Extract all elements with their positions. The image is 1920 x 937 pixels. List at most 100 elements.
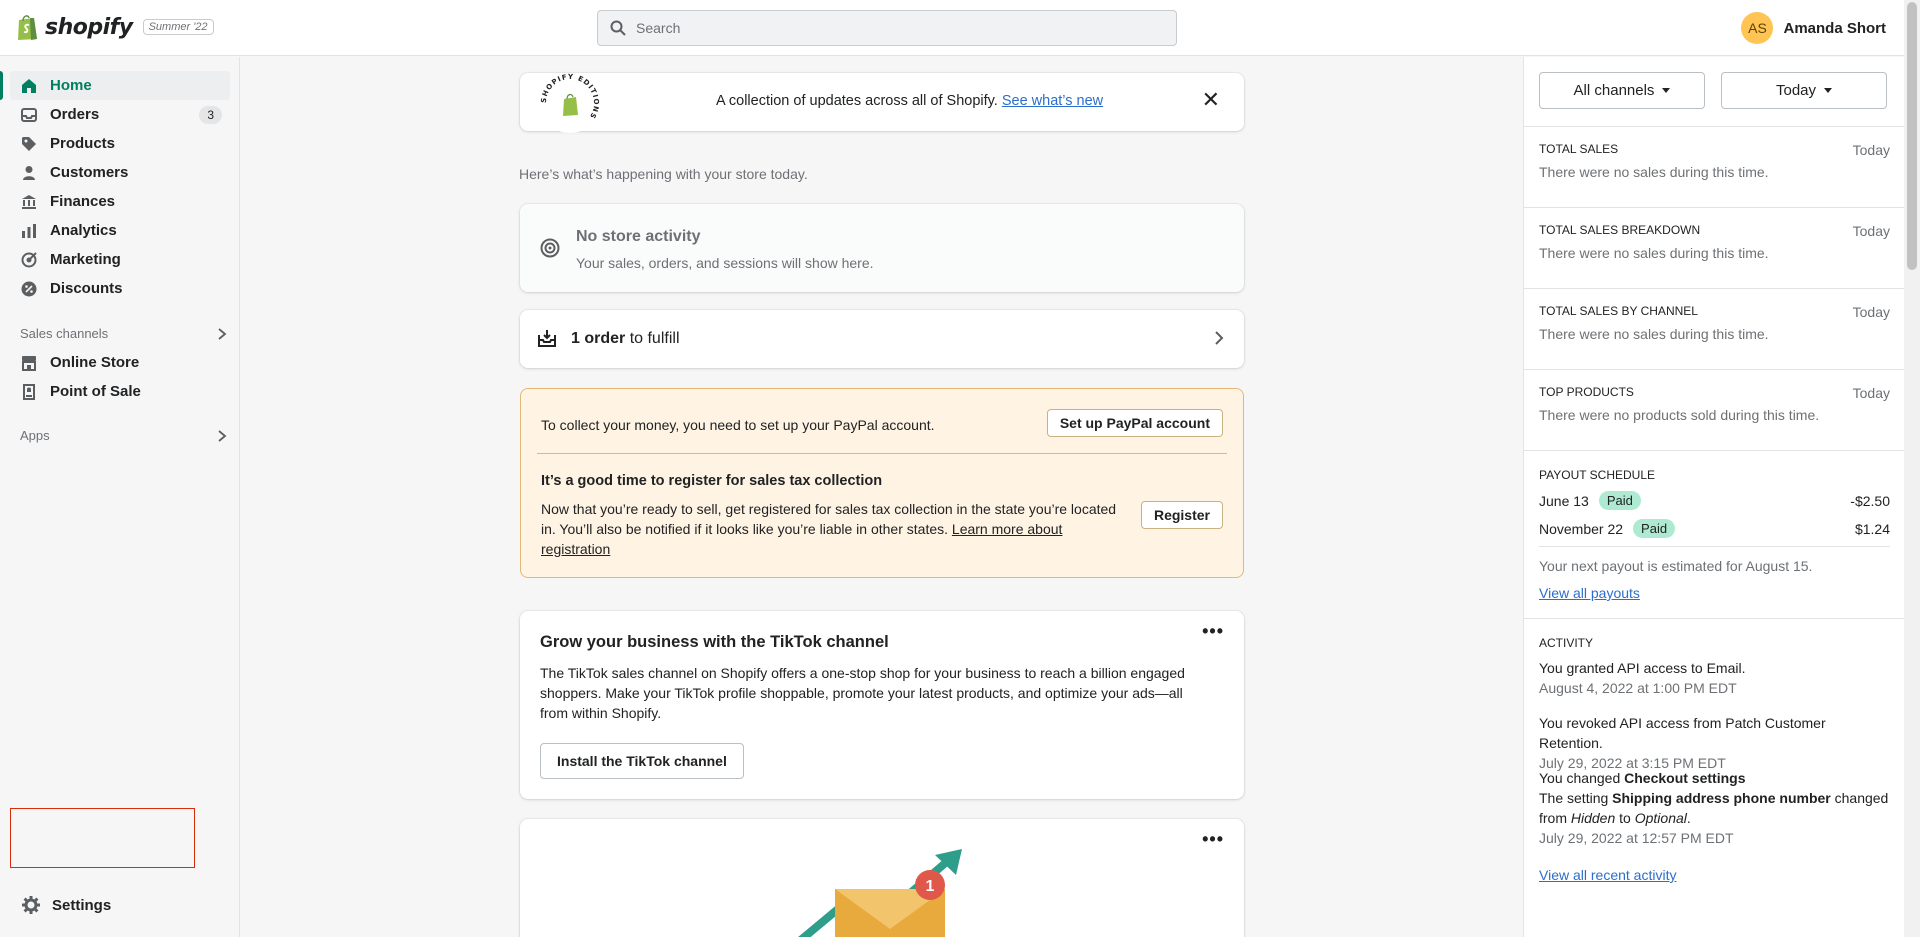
shopify-logo[interactable]: shopify Summer '22 [15, 13, 214, 41]
view-all-activity-link[interactable]: View all recent activity [1539, 867, 1676, 883]
sidebar-item-label: Analytics [50, 222, 117, 239]
top-products-section: TOP PRODUCTS Today There were no product… [1524, 369, 1905, 450]
status-badge: Paid [1633, 519, 1676, 538]
user-menu[interactable]: AS Amanda Short [1741, 12, 1886, 44]
setup-paypal-button[interactable]: Set up PayPal account [1046, 409, 1223, 437]
register-button[interactable]: Register [1140, 501, 1223, 529]
orders-count-badge: 3 [199, 105, 222, 124]
shopify-editions-badge: SHOPIFY EDITIONS [540, 73, 600, 133]
sidebar-item-discounts[interactable]: Discounts [10, 274, 230, 303]
install-tiktok-button[interactable]: Install the TikTok channel [540, 743, 744, 779]
sidebar-item-label: Point of Sale [50, 383, 141, 400]
view-all-payouts-link[interactable]: View all payouts [1539, 585, 1640, 601]
sidebar-item-orders[interactable]: Orders 3 [10, 100, 230, 129]
scrollbar[interactable] [1904, 0, 1920, 937]
payout-date: June 13 [1539, 492, 1589, 509]
close-icon[interactable]: ✕ [1202, 89, 1220, 111]
date-filter-label: Today [1775, 82, 1817, 99]
setup-warning-card: To collect your money, you need to set u… [520, 388, 1244, 578]
sales-channels-header[interactable]: Sales channels [20, 319, 227, 348]
detail-prefix: The setting [1539, 790, 1613, 806]
avatar: AS [1741, 12, 1774, 44]
sidebar-item-label: Online Store [50, 354, 140, 371]
chevron-right-icon [218, 327, 227, 340]
more-options-icon[interactable]: ••• [1202, 622, 1224, 640]
section-period: Today [1852, 304, 1890, 320]
caret-down-icon [1824, 88, 1833, 93]
sidebar-item-online-store[interactable]: Online Store [10, 348, 230, 377]
activity-time: August 4, 2022 at 1:00 PM EDT [1539, 680, 1737, 696]
more-options-icon[interactable]: ••• [1202, 830, 1224, 848]
activity-item: You changed Checkout settings The settin… [1539, 768, 1889, 848]
person-icon [20, 164, 38, 182]
fulfill-text: 1 order to fulfill [571, 330, 680, 348]
tiktok-title: Grow your business with the TikTok chann… [540, 633, 889, 651]
next-payout-text: Your next payout is estimated for August… [1539, 558, 1813, 574]
sidebar-item-products[interactable]: Products [10, 129, 230, 158]
payout-amount: -$2.50 [1850, 492, 1890, 509]
apps-label: Apps [20, 428, 50, 443]
activity-time: July 29, 2022 at 12:57 PM EDT [1539, 830, 1734, 846]
activity-setting-name: Checkout settings [1624, 770, 1746, 786]
fulfill-download-icon [538, 330, 556, 347]
activity-text: You changed Checkout settings [1539, 768, 1889, 788]
sidebar-item-label: Orders [50, 106, 100, 123]
section-body: There were no products sold during this … [1539, 407, 1820, 423]
promo-card: ••• 1 [520, 819, 1244, 937]
settings-label: Settings [52, 896, 112, 914]
editions-banner: SHOPIFY EDITIONS A collection of updates… [520, 73, 1244, 133]
section-title: ACTIVITY [1539, 636, 1594, 650]
date-filter-dropdown[interactable]: Today [1721, 72, 1887, 109]
sidebar-item-label: Home [50, 77, 92, 94]
detail-to: Optional [1634, 810, 1687, 826]
sidebar-item-analytics[interactable]: Analytics [10, 216, 230, 245]
sidebar-item-label: Marketing [50, 251, 121, 268]
apps-header[interactable]: Apps [20, 421, 227, 450]
channels-filter-label: All channels [1573, 82, 1655, 99]
section-period: Today [1852, 223, 1890, 239]
scrollbar-thumb[interactable] [1907, 2, 1917, 270]
target-icon [20, 251, 38, 269]
activity-text-prefix: You changed [1539, 770, 1625, 786]
notification-count: 1 [926, 878, 935, 895]
sidebar-item-finances[interactable]: Finances [10, 187, 230, 216]
editions-text: A collection of updates across all of Sh… [716, 93, 1103, 109]
brand-name: shopify [45, 14, 133, 40]
section-body: There were no sales during this time. [1539, 164, 1769, 180]
divider [537, 453, 1227, 454]
sidebar-item-settings[interactable]: Settings [22, 896, 111, 914]
sidebar-item-customers[interactable]: Customers [10, 158, 230, 187]
search-input[interactable] [636, 20, 1176, 36]
sidebar-item-label: Customers [50, 164, 129, 181]
pos-icon [20, 383, 38, 401]
section-title: PAYOUT SCHEDULE [1539, 468, 1656, 482]
section-body: There were no sales during this time. [1539, 326, 1769, 342]
channels-filter-dropdown[interactable]: All channels [1539, 72, 1705, 109]
bar-chart-icon [20, 222, 38, 240]
detail-setting: Shipping address phone number [1612, 790, 1831, 806]
detail-from: Hidden [1570, 810, 1616, 826]
tag-icon [20, 135, 38, 153]
edition-badge[interactable]: Summer '22 [142, 19, 214, 35]
sidebar-item-label: Products [50, 135, 116, 152]
sidebar: Home Orders 3 Products Customers Finance… [0, 57, 240, 937]
sidebar-item-point-of-sale[interactable]: Point of Sale [10, 377, 230, 406]
search-icon [610, 20, 626, 36]
tiktok-channel-card: Grow your business with the TikTok chann… [520, 611, 1244, 799]
search-bar[interactable] [597, 10, 1177, 46]
settings-highlight-box [10, 808, 195, 868]
sidebar-item-home[interactable]: Home [0, 71, 230, 100]
detail-to-word: to [1615, 810, 1635, 826]
sidebar-item-marketing[interactable]: Marketing [10, 245, 230, 274]
orders-to-fulfill-card[interactable]: 1 order to fulfill [520, 310, 1244, 368]
section-title: TOTAL SALES [1539, 142, 1619, 156]
right-panel: All channels Today TOTAL SALES Today The… [1523, 57, 1905, 937]
sidebar-item-label: Finances [50, 193, 116, 210]
home-icon [20, 77, 38, 95]
sales-tax-title: It’s a good time to register for sales t… [541, 473, 883, 489]
see-whats-new-link[interactable]: See what’s new [1002, 93, 1103, 109]
total-sales-section: TOTAL SALES Today There were no sales du… [1524, 126, 1905, 207]
section-period: Today [1852, 385, 1890, 401]
activity-text: You revoked API access from Patch Custom… [1539, 715, 1826, 751]
sales-channels-label: Sales channels [20, 326, 109, 341]
